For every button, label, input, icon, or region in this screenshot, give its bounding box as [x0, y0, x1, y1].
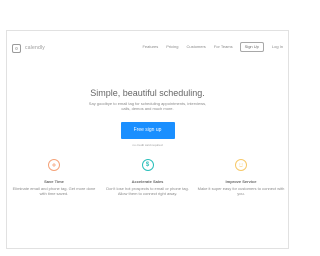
nav-links: Features Pricing Customers For Teams Sig…	[134, 42, 283, 52]
feature-description: Make it super easy for customers to conn…	[197, 186, 285, 196]
hero-title: Simple, beautiful scheduling.	[90, 88, 205, 98]
feature-title: Save Time	[44, 179, 64, 184]
nav-link-for-teams[interactable]: For Teams	[214, 43, 233, 51]
brand-name: calendly	[25, 45, 45, 51]
feature-description: Don't lose hot prospects to email or pho…	[106, 186, 189, 196]
features-row: Save Time Eliminate email and phone tag.…	[7, 159, 288, 196]
feature-description: Eliminate email and phone tag. Get more …	[12, 186, 96, 196]
plus-glyph-icon	[52, 163, 56, 167]
brand-logo[interactable]: calendly	[12, 41, 45, 55]
hero-section: Simple, beautiful scheduling. Say goodby…	[7, 87, 288, 147]
log-in-link[interactable]: Log In	[272, 43, 283, 51]
feature-save-time: Save Time Eliminate email and phone tag.…	[9, 159, 99, 196]
screenshot-frame: calendly Features Pricing Customers For …	[0, 0, 295, 256]
feature-accelerate-sales: $ Accelerate Sales Don't lose hot prospe…	[103, 159, 193, 196]
nav-link-customers[interactable]: Customers	[186, 43, 205, 51]
hero-subtitle: Say goodbye to email tag for scheduling …	[88, 101, 207, 111]
nav-link-features[interactable]: Features	[142, 43, 158, 51]
feature-title: Accelerate Sales	[131, 179, 164, 184]
calendly-logo-icon	[12, 43, 21, 53]
smiley-circle-icon	[235, 159, 247, 171]
top-navigation: calendly Features Pricing Customers For …	[7, 39, 288, 59]
browser-viewport: calendly Features Pricing Customers For …	[6, 30, 289, 249]
free-sign-up-button[interactable]: Free sign up	[120, 122, 175, 139]
dollar-circle-icon: $	[141, 159, 154, 171]
no-credit-card-note: no credit card required	[132, 143, 163, 147]
smiley-glyph-icon	[239, 163, 243, 167]
feature-improve-service: Improve Service Make it super easy for c…	[196, 159, 286, 196]
feature-title: Improve Service	[225, 179, 257, 184]
nav-link-pricing[interactable]: Pricing	[166, 43, 178, 51]
sign-up-button[interactable]: Sign Up	[239, 42, 264, 52]
plus-circle-icon	[48, 159, 60, 171]
